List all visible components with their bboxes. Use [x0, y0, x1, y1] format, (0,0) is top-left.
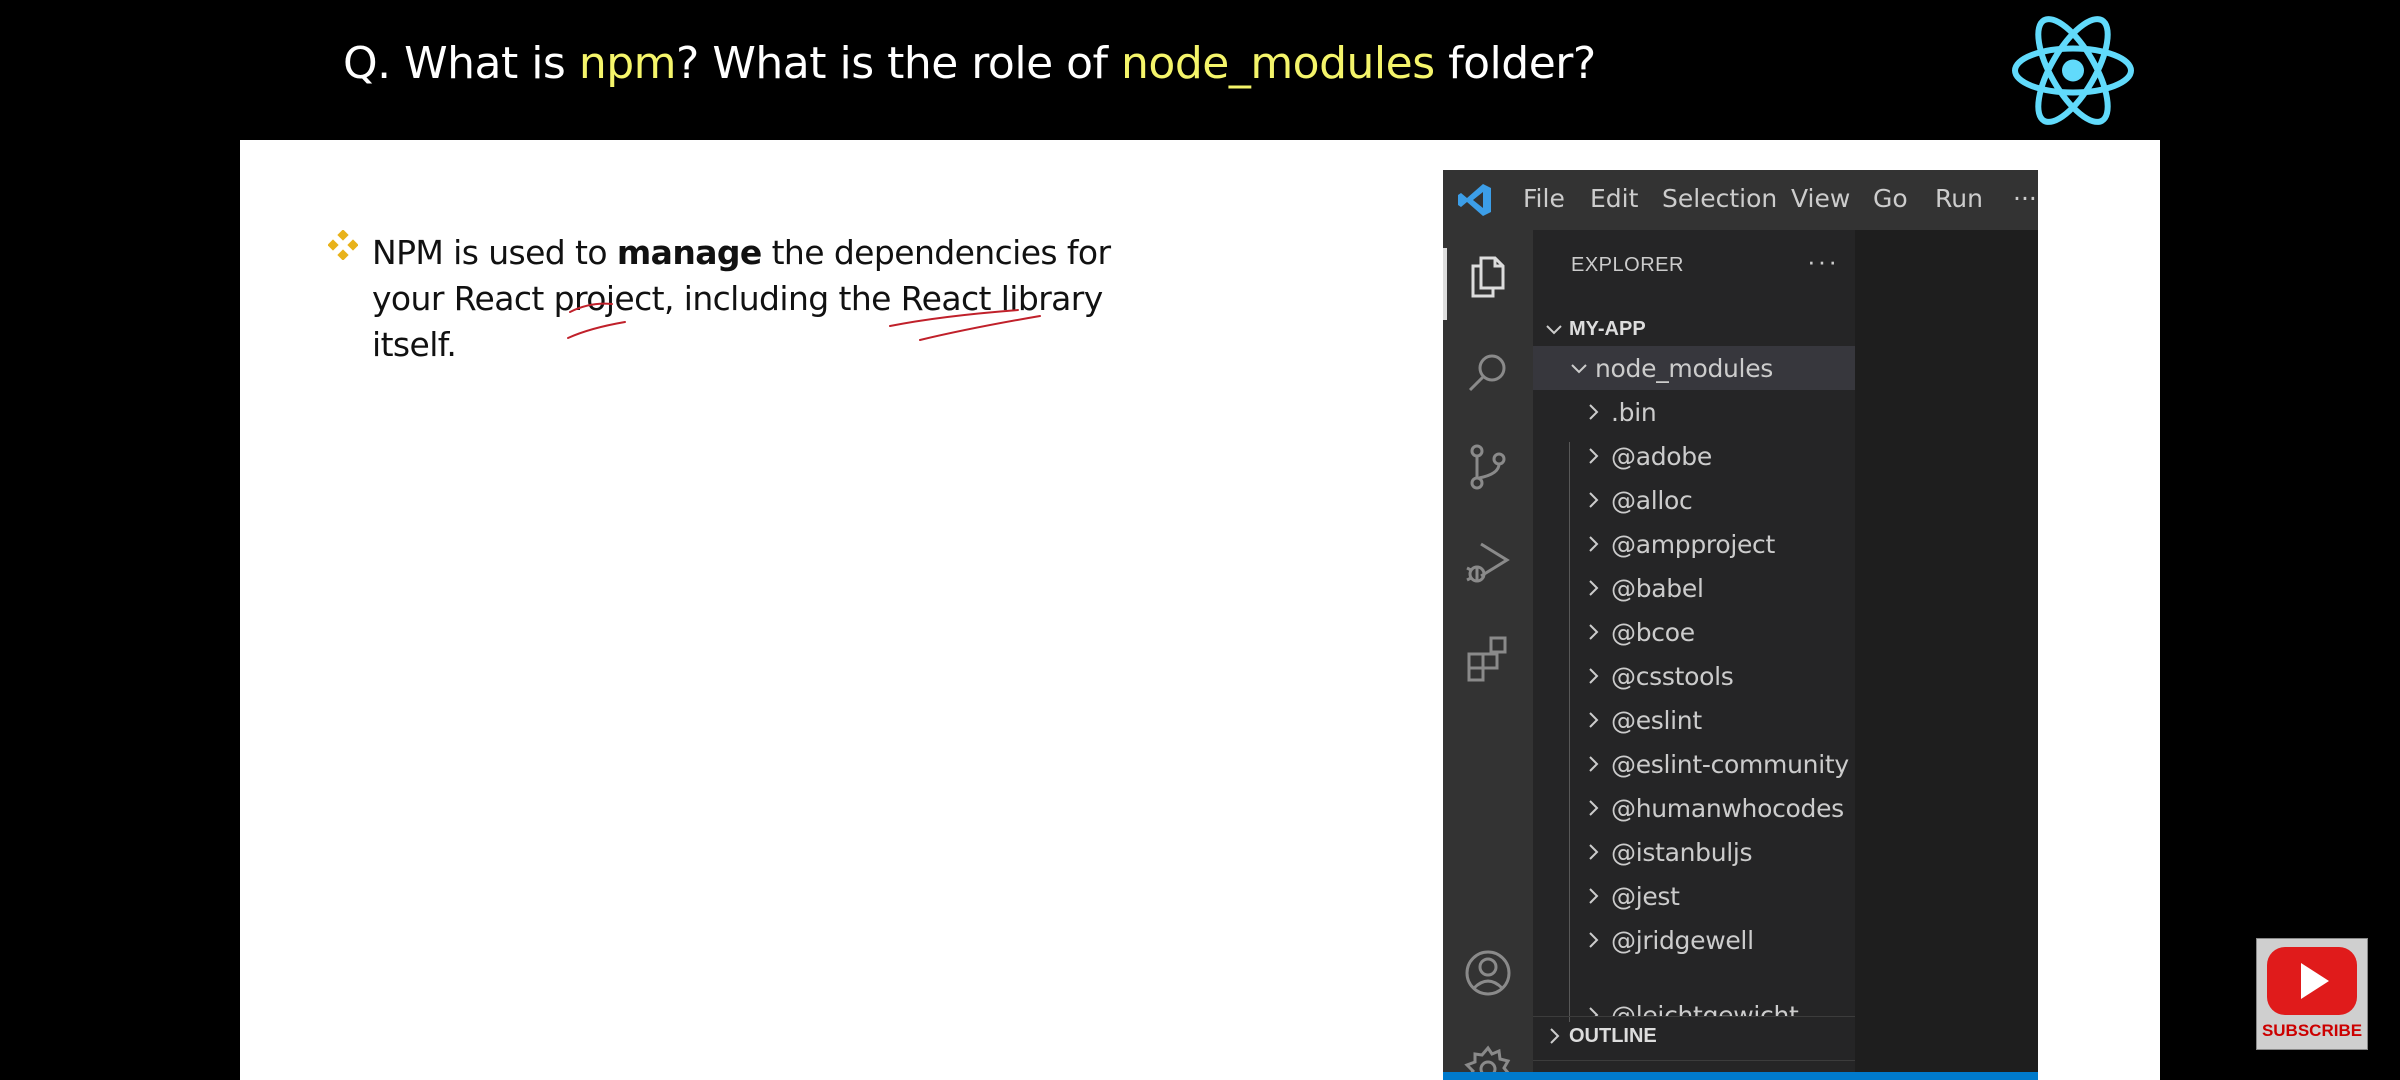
tree-item-label: @leichtgewicht [1611, 1001, 1799, 1017]
chevron-right-icon [1589, 492, 1599, 508]
folder-label: node_modules [1595, 354, 1774, 383]
tree-item-label: @istanbuljs [1611, 838, 1753, 867]
menu-edit[interactable]: Edit [1590, 184, 1638, 213]
chevron-right-icon [1550, 1028, 1560, 1044]
menu-view[interactable]: View [1791, 184, 1850, 213]
tree-item[interactable]: @jridgewell [1533, 918, 1855, 962]
status-bar [1443, 1072, 2038, 1080]
menu-file[interactable]: File [1523, 184, 1565, 213]
tree-item-label: @alloc [1611, 486, 1693, 515]
active-indicator [1443, 248, 1447, 320]
editor-area [1855, 230, 2038, 1080]
chevron-right-icon [1589, 888, 1599, 904]
vscode-window: File Edit Selection View Go Run ··· EXPL… [1443, 170, 2038, 1080]
tree-item[interactable]: @babel [1533, 566, 1855, 610]
search-icon[interactable] [1463, 348, 1513, 398]
tree-item-label: @adobe [1611, 442, 1712, 471]
diamond-bullet-icon [328, 230, 358, 260]
bullet-text-bold: manage [616, 233, 762, 272]
tree-item-label: @ampproject [1611, 530, 1776, 559]
menu-selection[interactable]: Selection [1662, 184, 1777, 213]
tree-item[interactable]: @ampproject [1533, 522, 1855, 566]
chevron-down-icon [1546, 325, 1562, 335]
react-atom-icon [2012, 16, 2134, 125]
slide-content: NPM is used to manage the dependencies f… [240, 140, 2160, 1080]
tree-item[interactable]: @istanbuljs [1533, 830, 1855, 874]
bullet-point: NPM is used to manage the dependencies f… [328, 230, 1192, 368]
account-icon[interactable] [1463, 948, 1513, 998]
menu-go[interactable]: Go [1873, 184, 1908, 213]
tree-item[interactable]: @eslint-community [1533, 742, 1855, 786]
tree-item-label: @bcoe [1611, 618, 1695, 647]
folder-node-modules[interactable]: node_modules [1533, 346, 1855, 390]
menu-bar: File Edit Selection View Go Run ··· [1443, 170, 2038, 230]
tree-item[interactable]: .bin [1533, 390, 1855, 434]
tree-item-label: @jest [1611, 882, 1680, 911]
tree-item-label: @eslint [1611, 706, 1702, 735]
bullet-text-start: NPM is used to [372, 233, 617, 272]
outline-label: OUTLINE [1569, 1025, 1657, 1047]
tree-item[interactable]: @jest [1533, 874, 1855, 918]
subscribe-label: SUBSCRIBE [2261, 1021, 2363, 1040]
youtube-subscribe-button[interactable]: SUBSCRIBE [2256, 938, 2368, 1050]
tree-item-inner: @leichtgewicht [1533, 995, 1855, 1017]
tree-item[interactable]: @bcoe [1533, 610, 1855, 654]
tree-item[interactable]: @alloc [1533, 478, 1855, 522]
tree-item[interactable]: @adobe [1533, 434, 1855, 478]
chevron-down-icon [1571, 364, 1587, 374]
outline-section[interactable]: OUTLINE [1533, 1016, 1855, 1057]
explorer-icon[interactable] [1463, 252, 1513, 302]
tree-item-label: @babel [1611, 574, 1704, 603]
vscode-logo-icon [1458, 184, 1491, 216]
explorer-title: EXPLORER [1571, 254, 1684, 276]
source-control-icon[interactable] [1463, 442, 1513, 492]
chevron-right-icon [1589, 932, 1599, 948]
chevron-right-icon [1589, 404, 1599, 420]
chevron-right-icon [1589, 712, 1599, 728]
chevron-right-icon [1589, 536, 1599, 552]
extensions-icon[interactable] [1463, 634, 1513, 684]
menu-run[interactable]: Run [1935, 184, 1983, 213]
chevron-right-icon [1589, 844, 1599, 860]
explorer-panel: EXPLORER ··· MY-APP node_modules .bin @a… [1533, 230, 1855, 1080]
chevron-right-icon [1589, 756, 1599, 772]
tree-item-label: .bin [1611, 398, 1657, 427]
tree-item-label: @humanwhocodes [1611, 794, 1844, 823]
play-icon [2267, 947, 2357, 1015]
page-title: Q. What is npm? What is the role of node… [343, 38, 1596, 89]
explorer-more-button[interactable]: ··· [1807, 246, 1839, 277]
chevron-right-icon [1589, 448, 1599, 464]
tree-item[interactable]: @csstools [1533, 654, 1855, 698]
tree-item[interactable]: @eslint [1533, 698, 1855, 742]
tree-item-label: @eslint-community [1611, 750, 1849, 779]
activity-bar [1443, 230, 1533, 1080]
tree-item[interactable]: @humanwhocodes [1533, 786, 1855, 830]
chevron-right-icon [1589, 624, 1599, 640]
tree-item-label: @jridgewell [1611, 926, 1754, 955]
tree-item-clipped[interactable]: @leichtgewicht [1533, 995, 1855, 1017]
chevron-right-icon [1589, 580, 1599, 596]
workspace-name: MY-APP [1569, 318, 1646, 340]
run-debug-icon[interactable] [1463, 538, 1513, 588]
menu-more[interactable]: ··· [2013, 184, 2037, 213]
workspace-header[interactable]: MY-APP [1533, 310, 1855, 350]
chevron-right-icon [1589, 800, 1599, 816]
chevron-right-icon [1589, 668, 1599, 684]
tree-item-label: @csstools [1611, 662, 1734, 691]
